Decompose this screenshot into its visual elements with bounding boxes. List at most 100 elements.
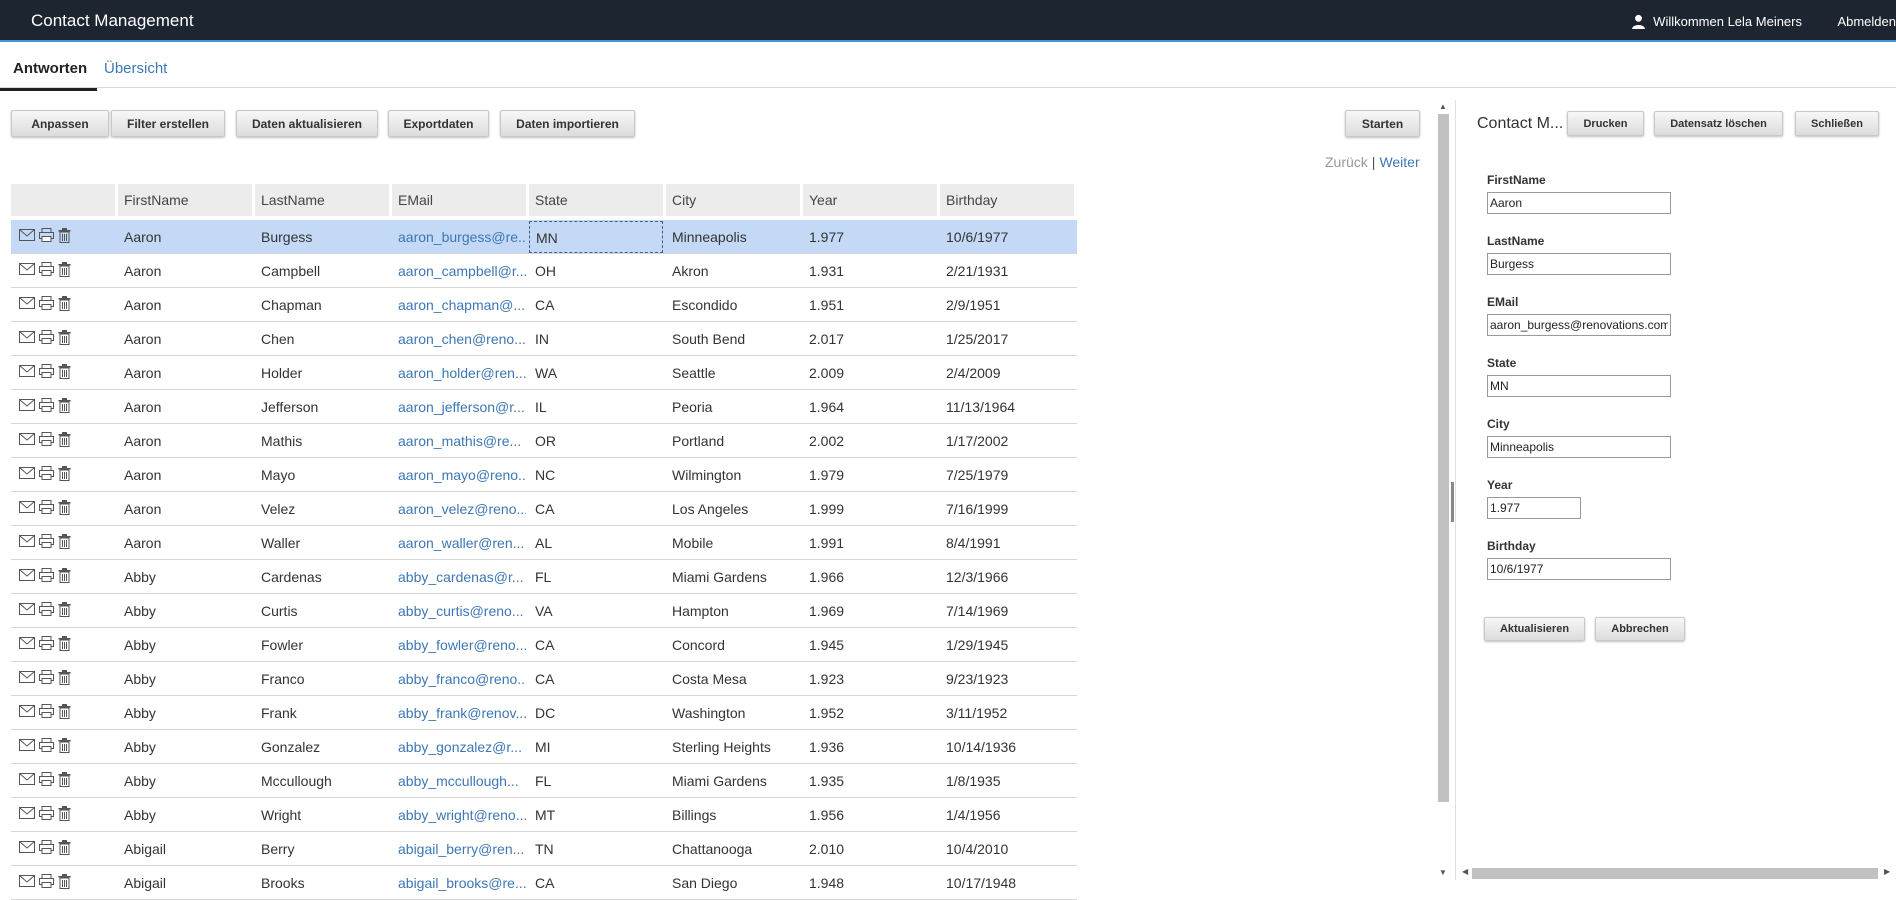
tab-answers[interactable]: Antworten xyxy=(0,60,98,91)
print-icon[interactable] xyxy=(39,873,54,892)
mail-icon[interactable] xyxy=(19,262,35,280)
print-icon[interactable] xyxy=(39,737,54,756)
trash-icon[interactable] xyxy=(58,873,71,892)
trash-icon[interactable] xyxy=(58,499,71,518)
table-row[interactable]: Aaron Campbell aaron_campbell@r... OH Akron 1… xyxy=(11,254,1077,288)
table-row[interactable]: Abby Fowler abby_fowler@reno... CA Concord 1.… xyxy=(11,628,1077,662)
table-row[interactable]: Aaron Chen aaron_chen@reno... IN South Bend 2… xyxy=(11,322,1077,356)
print-icon[interactable] xyxy=(39,499,54,518)
trash-icon[interactable] xyxy=(58,839,71,858)
print-icon[interactable] xyxy=(39,397,54,416)
table-row[interactable]: Aaron Holder aaron_holder@ren... WA Seattle 2… xyxy=(11,356,1077,390)
email-cell[interactable]: aaron_burgess@re... xyxy=(392,229,526,245)
panel-splitter-handle[interactable] xyxy=(1451,482,1454,522)
mail-icon[interactable] xyxy=(19,364,35,382)
export-data-button[interactable]: Exportdaten xyxy=(388,110,489,137)
customize-button[interactable]: Anpassen xyxy=(11,110,109,137)
mail-icon[interactable] xyxy=(19,330,35,348)
email-field[interactable] xyxy=(1487,314,1671,336)
header-email[interactable]: EMail xyxy=(392,184,526,216)
email-cell[interactable]: abby_gonzalez@r... xyxy=(392,739,526,755)
print-button[interactable]: Drucken xyxy=(1567,111,1644,136)
table-row[interactable]: Abigail Berry abigail_berry@ren... TN Chatta… xyxy=(11,832,1077,866)
email-cell[interactable]: aaron_mayo@reno... xyxy=(392,467,526,483)
print-icon[interactable] xyxy=(39,261,54,280)
firstname-field[interactable] xyxy=(1487,192,1671,214)
mail-icon[interactable] xyxy=(19,466,35,484)
trash-icon[interactable] xyxy=(58,771,71,790)
create-filter-button[interactable]: Filter erstellen xyxy=(111,110,225,137)
mail-icon[interactable] xyxy=(19,738,35,756)
trash-icon[interactable] xyxy=(58,295,71,314)
city-field[interactable] xyxy=(1487,436,1671,458)
table-row[interactable]: Abby Curtis abby_curtis@reno... VA Hampton 1.… xyxy=(11,594,1077,628)
table-row[interactable]: Abby Mccullough abby_mccullough... FL Miami … xyxy=(11,764,1077,798)
email-cell[interactable]: aaron_velez@reno... xyxy=(392,501,526,517)
table-row[interactable]: Aaron Burgess aaron_burgess@re... MN Minneap… xyxy=(11,220,1077,254)
mail-icon[interactable] xyxy=(19,534,35,552)
email-cell[interactable]: abby_franco@reno... xyxy=(392,671,526,687)
prev-page-link[interactable]: Zurück xyxy=(1325,154,1368,170)
print-icon[interactable] xyxy=(39,601,54,620)
table-row[interactable]: Aaron Chapman aaron_chapman@... CA Escondido… xyxy=(11,288,1077,322)
header-state[interactable]: State xyxy=(529,184,663,216)
mail-icon[interactable] xyxy=(19,296,35,314)
print-icon[interactable] xyxy=(39,669,54,688)
header-firstname[interactable]: FirstName xyxy=(118,184,252,216)
import-data-button[interactable]: Daten importieren xyxy=(500,110,635,137)
email-cell[interactable]: abigail_berry@ren... xyxy=(392,841,526,857)
email-cell[interactable]: abigail_brooks@re... xyxy=(392,875,526,891)
mail-icon[interactable] xyxy=(19,704,35,722)
tab-overview[interactable]: Übersicht xyxy=(104,60,167,77)
trash-icon[interactable] xyxy=(58,635,71,654)
mail-icon[interactable] xyxy=(19,228,35,246)
close-button[interactable]: Schließen xyxy=(1795,111,1879,136)
table-row[interactable]: Abby Gonzalez abby_gonzalez@r... MI Sterling… xyxy=(11,730,1077,764)
table-row[interactable]: Aaron Waller aaron_waller@ren... AL Mobile 1.… xyxy=(11,526,1077,560)
mail-icon[interactable] xyxy=(19,670,35,688)
hscrollbar-thumb[interactable] xyxy=(1472,868,1878,879)
trash-icon[interactable] xyxy=(58,567,71,586)
trash-icon[interactable] xyxy=(58,397,71,416)
mail-icon[interactable] xyxy=(19,840,35,858)
mail-icon[interactable] xyxy=(19,772,35,790)
mail-icon[interactable] xyxy=(19,432,35,450)
email-cell[interactable]: abby_wright@reno... xyxy=(392,807,526,823)
table-row[interactable]: Abigail Brooks abigail_brooks@re... CA San D… xyxy=(11,866,1077,900)
print-icon[interactable] xyxy=(39,567,54,586)
lastname-field[interactable] xyxy=(1487,253,1671,275)
header-city[interactable]: City xyxy=(666,184,800,216)
table-row[interactable]: Aaron Jefferson aaron_jefferson@r... IL Peor… xyxy=(11,390,1077,424)
scroll-down-icon[interactable]: ▼ xyxy=(1439,868,1447,877)
trash-icon[interactable] xyxy=(58,533,71,552)
print-icon[interactable] xyxy=(39,295,54,314)
trash-icon[interactable] xyxy=(58,703,71,722)
delete-record-button[interactable]: Datensatz löschen xyxy=(1654,111,1783,136)
mail-icon[interactable] xyxy=(19,874,35,892)
print-icon[interactable] xyxy=(39,635,54,654)
grid-vertical-scrollbar[interactable]: ▲ ▼ xyxy=(1436,100,1450,880)
email-cell[interactable]: aaron_waller@ren... xyxy=(392,535,526,551)
header-birthday[interactable]: Birthday xyxy=(940,184,1074,216)
scroll-up-icon[interactable]: ▲ xyxy=(1439,102,1447,111)
mail-icon[interactable] xyxy=(19,398,35,416)
mail-icon[interactable] xyxy=(19,602,35,620)
birthday-field[interactable] xyxy=(1487,558,1671,580)
email-cell[interactable]: aaron_mathis@re... xyxy=(392,433,526,449)
cancel-button[interactable]: Abbrechen xyxy=(1595,617,1685,641)
scrollbar-thumb[interactable] xyxy=(1438,114,1449,802)
email-cell[interactable]: aaron_jefferson@r... xyxy=(392,399,526,415)
header-lastname[interactable]: LastName xyxy=(255,184,389,216)
mail-icon[interactable] xyxy=(19,500,35,518)
next-page-link[interactable]: Weiter xyxy=(1379,154,1419,170)
year-field[interactable] xyxy=(1487,497,1581,519)
email-cell[interactable]: abby_curtis@reno... xyxy=(392,603,526,619)
mail-icon[interactable] xyxy=(19,568,35,586)
email-cell[interactable]: abby_frank@renov... xyxy=(392,705,526,721)
email-cell[interactable]: aaron_campbell@r... xyxy=(392,263,526,279)
print-icon[interactable] xyxy=(39,533,54,552)
trash-icon[interactable] xyxy=(58,601,71,620)
trash-icon[interactable] xyxy=(58,805,71,824)
scroll-right-icon[interactable]: ▶ xyxy=(1884,867,1890,876)
print-icon[interactable] xyxy=(39,329,54,348)
